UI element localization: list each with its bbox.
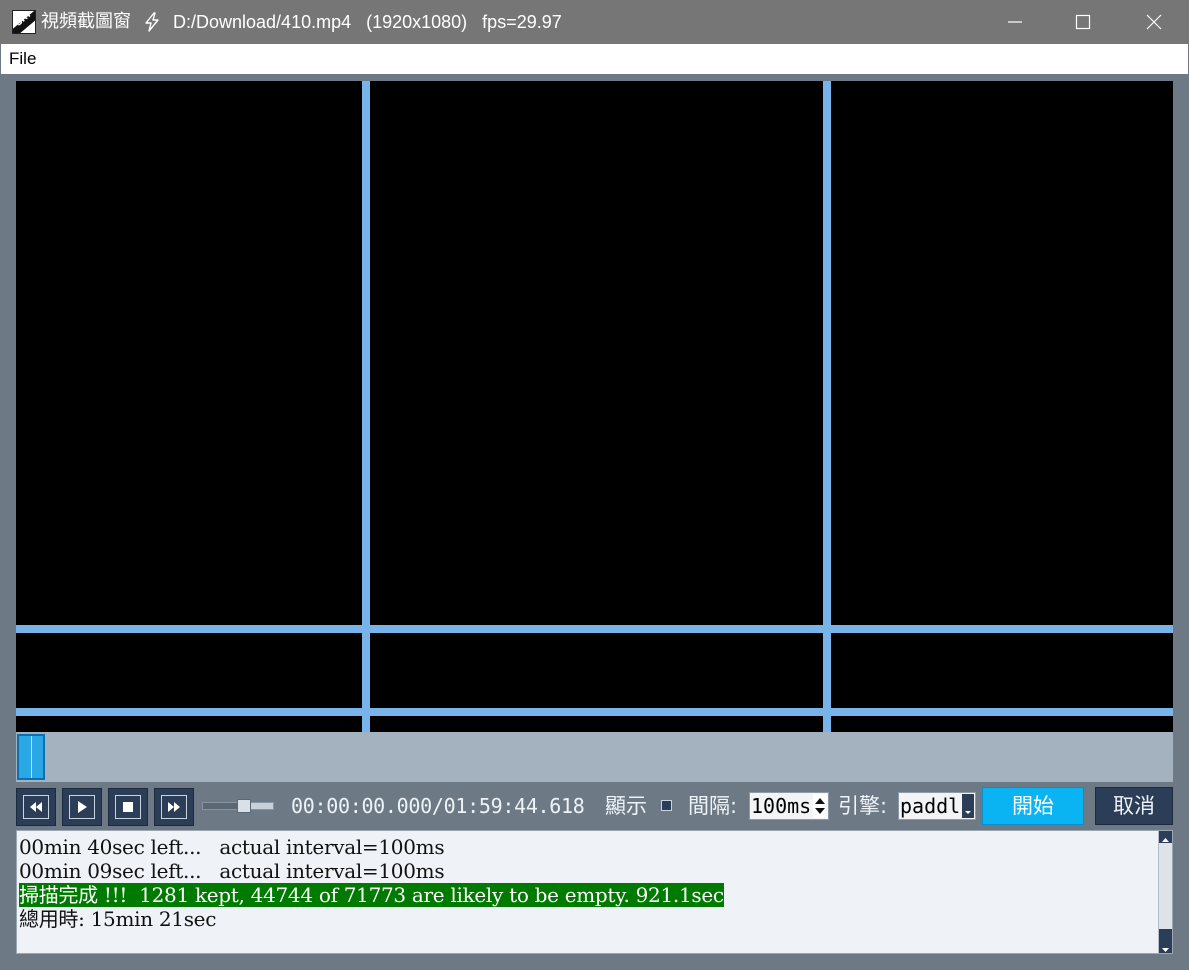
minimize-button[interactable] <box>981 0 1049 44</box>
window-title: 視頻截圖窗 <box>41 11 131 32</box>
engine-value: paddl <box>900 794 961 818</box>
log-line: 00min 09sec left... actual interval=100m… <box>19 859 1154 883</box>
log-line-text: 00min 40sec left... actual interval=100m… <box>19 835 445 859</box>
seek-bar[interactable] <box>16 732 1173 782</box>
log-line: 掃描完成 !!! 1281 kept, 44744 of 71773 are l… <box>19 883 1154 907</box>
scroll-up-button[interactable] <box>1159 831 1172 843</box>
play-button[interactable] <box>62 788 102 826</box>
bolt-icon <box>145 12 159 32</box>
log-line-text: 掃描完成 !!! 1281 kept, 44744 of 71773 are l… <box>19 883 724 907</box>
log-scrollbar[interactable] <box>1158 831 1172 953</box>
scroll-thumb[interactable] <box>1159 929 1172 941</box>
interval-spinbox[interactable]: 100ms <box>749 792 829 820</box>
volume-thumb[interactable] <box>237 799 251 813</box>
guide-line-vertical[interactable] <box>362 81 370 732</box>
engine-select[interactable]: paddl <box>898 792 976 820</box>
main-window: SRT 視頻截圖窗 D:/Download/410.mp4 (1920x1080… <box>0 0 1189 970</box>
guide-line-horizontal[interactable] <box>16 625 1173 633</box>
log-line: 總用時: 15min 21sec <box>19 907 1154 931</box>
timecode: 00:00:00.000/01:59:44.618 <box>291 794 585 818</box>
start-button[interactable]: 開始 <box>982 787 1084 825</box>
close-icon <box>1146 14 1162 30</box>
engine-label: 引擎: <box>838 794 888 818</box>
log-line-text: 00min 09sec left... actual interval=100m… <box>19 859 445 883</box>
dropdown-arrow[interactable] <box>962 794 974 818</box>
show-label: 顯示 <box>605 794 647 818</box>
video-preview[interactable] <box>16 81 1173 732</box>
guide-line-vertical[interactable] <box>823 81 831 732</box>
stop-icon <box>123 802 133 812</box>
play-icon <box>78 801 87 813</box>
scroll-down-button[interactable] <box>1159 941 1172 953</box>
playback-controls: 00:00:00.000/01:59:44.618 顯示 間隔: 100ms 引… <box>16 786 1173 828</box>
fast-forward-button[interactable] <box>154 788 194 826</box>
chevron-down-icon <box>1162 948 1169 952</box>
rewind-icon <box>30 802 42 812</box>
log-line: 00min 40sec left... actual interval=100m… <box>19 835 1154 859</box>
log-lines: 00min 40sec left... actual interval=100m… <box>19 835 1154 931</box>
interval-value[interactable]: 100ms <box>751 794 811 818</box>
show-checkbox[interactable] <box>661 800 672 811</box>
log-output[interactable]: 00min 40sec left... actual interval=100m… <box>16 830 1173 954</box>
cancel-button[interactable]: 取消 <box>1095 787 1173 825</box>
guide-line-horizontal[interactable] <box>16 708 1173 716</box>
menu-file[interactable]: File <box>9 49 36 69</box>
minimize-icon <box>1008 21 1022 23</box>
fast-forward-icon <box>168 802 180 812</box>
title-bar: SRT 視頻截圖窗 D:/Download/410.mp4 (1920x1080… <box>0 0 1189 44</box>
menu-bar: File <box>1 44 1188 74</box>
spin-arrows-icon[interactable] <box>813 794 827 818</box>
maximize-button[interactable] <box>1049 0 1117 44</box>
app-icon: SRT <box>12 10 36 34</box>
stop-button[interactable] <box>108 788 148 826</box>
close-button[interactable] <box>1120 0 1188 44</box>
rewind-button[interactable] <box>16 788 56 826</box>
seek-thumb[interactable] <box>17 734 45 780</box>
interval-label: 間隔: <box>688 794 738 818</box>
chevron-up-icon <box>1162 838 1169 842</box>
chevron-down-icon <box>965 811 971 814</box>
maximize-icon <box>1075 14 1091 30</box>
log-line-text: 總用時: 15min 21sec <box>19 907 217 931</box>
file-info: D:/Download/410.mp4 (1920x1080) fps=29.9… <box>173 12 562 32</box>
